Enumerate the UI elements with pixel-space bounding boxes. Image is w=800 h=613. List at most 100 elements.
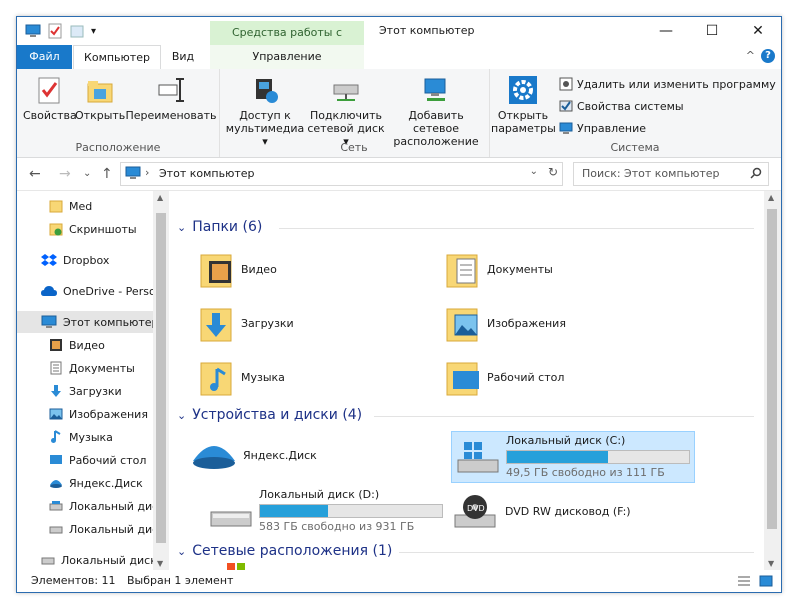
minimize-button[interactable]: —	[643, 17, 689, 45]
drive-d-usage-bar	[259, 504, 443, 518]
sidebar-item-video[interactable]: Видео	[17, 334, 169, 356]
properties-button[interactable]: Свойства	[23, 75, 77, 122]
network-location-icon[interactable]	[225, 563, 249, 570]
desktop-folder-icon	[446, 362, 479, 396]
map-drive-button[interactable]: Подключить сетевой диск ▾	[307, 75, 385, 148]
collapse-ribbon-icon[interactable]: ^	[746, 49, 755, 62]
large-icons-view-icon[interactable]	[759, 575, 773, 587]
tab-manage[interactable]: Управление	[210, 45, 364, 69]
sidebar-item-screenshots[interactable]: Скриншоты	[17, 218, 169, 240]
dvd-drive-icon: DVD	[454, 495, 496, 528]
drive-c-name: Локальный диск (C:)	[506, 434, 626, 447]
sidebar-scrollbar[interactable]: ▲ ▼	[153, 191, 169, 570]
sidebar-item-documents[interactable]: Документы	[17, 357, 169, 379]
open-button[interactable]: Открыть	[75, 75, 125, 122]
window-controls: — ☐ ✕	[643, 17, 781, 45]
back-arrow-icon[interactable]: ←	[29, 166, 41, 182]
downloads-icon	[51, 385, 61, 397]
sidebar-item-onedrive[interactable]: OneDrive - Persor	[17, 280, 169, 302]
open-settings-button[interactable]: Открыть параметры	[491, 75, 556, 135]
system-properties-button[interactable]: Свойства системы	[559, 99, 684, 113]
scroll-up-icon[interactable]: ▲	[768, 193, 774, 202]
sidebar-item-pictures[interactable]: Изображения	[17, 403, 169, 425]
folders-section-header[interactable]: ⌄ Папки (6)	[177, 219, 262, 235]
sidebar-item-local-disk[interactable]: Локальный дис	[17, 495, 169, 517]
section-divider	[279, 228, 754, 229]
drive-d-item[interactable]: Локальный диск (D:) 583 ГБ свободно из 9…	[205, 486, 447, 536]
folder-desktop[interactable]: Рабочий стол	[445, 357, 564, 397]
sidebar-item-desktop[interactable]: Рабочий стол	[17, 449, 169, 471]
close-button[interactable]: ✕	[735, 17, 781, 45]
scroll-down-icon[interactable]: ▼	[157, 559, 163, 568]
folder-check-icon	[49, 223, 63, 236]
details-view-icon[interactable]	[737, 575, 751, 587]
chevron-down-icon[interactable]: ⌄	[177, 221, 186, 234]
group-system: Открыть параметры Удалить или изменить п…	[489, 69, 781, 157]
maximize-button[interactable]: ☐	[689, 17, 735, 45]
item-count: Элементов: 11	[31, 574, 116, 587]
breadcrumb-separator-icon[interactable]: ›	[145, 166, 149, 179]
sidebar-item-this-pc[interactable]: Этот компьютер	[17, 311, 169, 333]
drive-icon	[49, 526, 63, 534]
recent-locations-icon[interactable]: ⌄	[83, 168, 91, 179]
chevron-down-icon[interactable]: ⌄	[177, 409, 186, 422]
group-network: Доступ к мультимедиа ▾ Подключить сетево…	[219, 69, 490, 157]
new-folder-icon[interactable]	[69, 23, 85, 39]
video-folder-icon	[200, 254, 232, 288]
drive-d-usage-fill	[260, 505, 329, 517]
folder-video[interactable]: Видео	[199, 249, 277, 289]
window-title: Этот компьютер	[379, 24, 475, 37]
folder-downloads[interactable]: Загрузки	[199, 303, 294, 343]
downloads-folder-icon	[200, 308, 232, 342]
address-bar[interactable]: › Этот компьютер ⌄ ↻	[120, 162, 563, 186]
help-icon[interactable]: ?	[761, 49, 775, 63]
drive-c-free-space: 49,5 ГБ свободно из 111 ГБ	[506, 466, 665, 479]
content-scrollbar[interactable]: ▲ ▼	[764, 191, 781, 570]
tab-view[interactable]: Вид	[165, 45, 201, 69]
scroll-up-icon[interactable]: ▲	[157, 193, 163, 202]
sidebar-item-med[interactable]: Med	[17, 195, 169, 217]
tab-file[interactable]: Файл	[17, 45, 72, 69]
search-box[interactable]: Поиск: Этот компьютер	[573, 162, 769, 186]
drive-c-item[interactable]: Локальный диск (C:) 49,5 ГБ свободно из …	[451, 431, 695, 483]
yandex-disk-item[interactable]: Яндекс.Диск	[191, 437, 317, 473]
documents-folder-icon	[446, 254, 478, 288]
devices-section-header[interactable]: ⌄ Устройства и диски (4)	[177, 407, 362, 423]
chevron-down-icon[interactable]: ⌄	[177, 545, 186, 558]
add-network-location-icon	[424, 78, 446, 101]
drive-tools-tab-header: Средства работы с дисками	[210, 21, 364, 63]
sidebar-scroll-thumb[interactable]	[156, 213, 166, 543]
search-icon[interactable]	[750, 167, 762, 179]
folder-music[interactable]: Музыка	[199, 357, 285, 397]
folder-documents[interactable]: Документы	[445, 249, 553, 289]
sidebar-item-dropbox[interactable]: Dropbox	[17, 249, 169, 271]
properties-icon[interactable]	[47, 23, 63, 39]
uninstall-program-button[interactable]: Удалить или изменить программу	[559, 77, 776, 91]
sidebar-item-yandex-disk[interactable]: Яндекс.Диск	[17, 472, 169, 494]
sidebar-item-local-disk[interactable]: Локальный диск	[17, 549, 169, 570]
rename-button[interactable]: Переименовать	[125, 75, 217, 122]
sidebar-item-downloads[interactable]: Загрузки	[17, 380, 169, 402]
qat-dropdown-icon[interactable]: ▾	[91, 26, 96, 37]
folder-pictures[interactable]: Изображения	[445, 303, 566, 343]
sidebar-item-music[interactable]: Музыка	[17, 426, 169, 448]
address-dropdown-icon[interactable]: ⌄	[530, 166, 538, 177]
uninstall-icon	[559, 77, 573, 91]
media-access-button[interactable]: Доступ к мультимедиа ▾	[223, 75, 307, 148]
explorer-window: ▾ Средства работы с дисками Этот компьют…	[16, 16, 782, 593]
sidebar-item-local-disk[interactable]: Локальный дис	[17, 518, 169, 540]
tab-computer[interactable]: Компьютер	[73, 45, 161, 71]
windows-drive-icon	[457, 442, 499, 473]
add-network-location-button[interactable]: Добавить сетевое расположение	[385, 75, 487, 148]
scroll-down-icon[interactable]: ▼	[768, 559, 774, 568]
group-label-location: Расположение	[75, 141, 161, 154]
computer-icon[interactable]	[25, 23, 41, 39]
network-section-header[interactable]: ⌄ Сетевые расположения (1)	[177, 543, 392, 559]
forward-arrow-icon[interactable]: →	[59, 166, 71, 182]
computer-management-button[interactable]: Управление	[559, 121, 646, 135]
refresh-icon[interactable]: ↻	[548, 165, 558, 179]
computer-management-icon	[559, 122, 573, 134]
content-scroll-thumb[interactable]	[767, 209, 777, 529]
up-arrow-icon[interactable]: ↑	[101, 166, 113, 182]
dvd-drive-item[interactable]: DVD DVD RW дисковод (F:)	[453, 491, 631, 531]
